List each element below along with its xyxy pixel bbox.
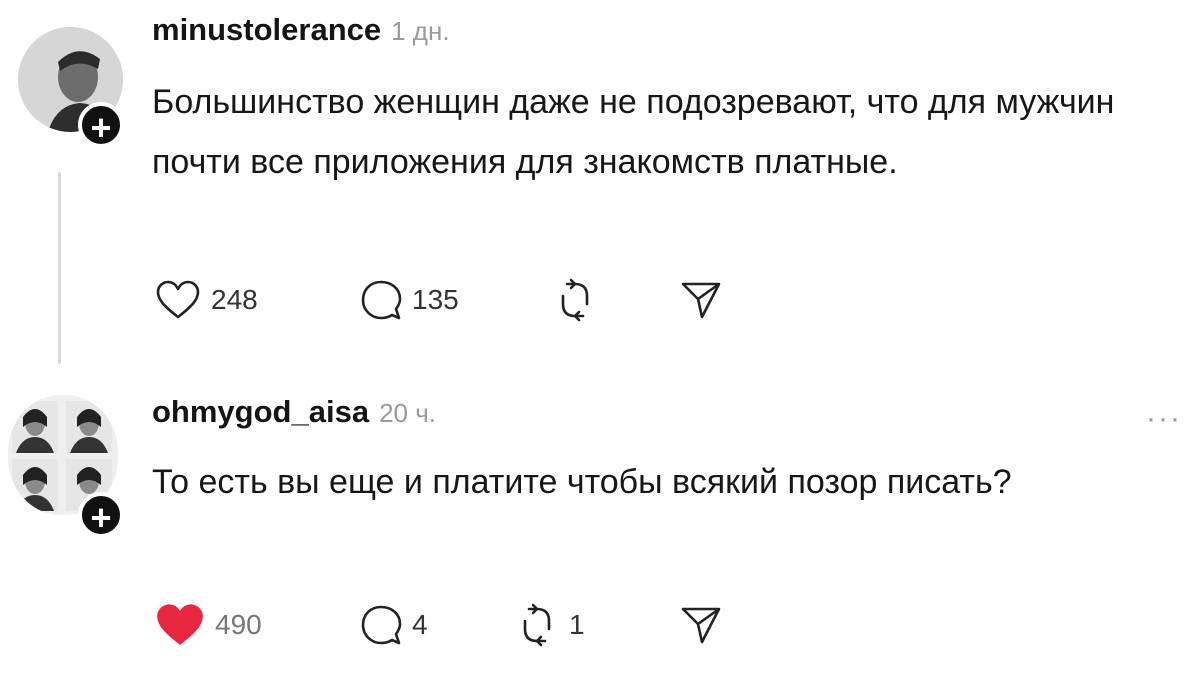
like-button[interactable]: 490	[155, 600, 262, 650]
repost-icon	[561, 278, 589, 322]
post-text: То есть вы еще и платите чтобы всякий по…	[152, 463, 1012, 501]
follow-button[interactable]: +	[78, 492, 124, 538]
send-icon	[681, 607, 721, 644]
comment-bubble-icon	[361, 605, 402, 645]
comment-bubble-icon	[361, 280, 402, 320]
plus-icon: +	[90, 497, 112, 538]
timestamp: 20 ч.	[379, 398, 436, 428]
share-button[interactable]	[680, 275, 722, 325]
repost-button[interactable]: 1	[515, 600, 585, 650]
post-header: ohmygod_aisa 20 ч.	[152, 394, 436, 430]
repost-count: 1	[569, 609, 585, 640]
post-text: Большинство женщин даже не подозревают, …	[152, 83, 1115, 181]
repost-icon	[523, 603, 551, 647]
heart-icon	[156, 280, 200, 319]
timestamp: 1 дн.	[391, 16, 450, 46]
share-button[interactable]	[680, 600, 722, 650]
username[interactable]: ohmygod_aisa	[152, 394, 369, 429]
post: + ohmygod_aisa 20 ч. ··· То есть вы еще и…	[0, 390, 1200, 675]
post-header: minustolerance 1 дн.	[152, 12, 450, 48]
plus-icon: +	[90, 107, 112, 148]
comment-count: 4	[412, 609, 428, 640]
heart-filled-icon	[157, 604, 203, 645]
comment-button[interactable]: 4	[360, 600, 428, 650]
more-options-icon[interactable]: ···	[1146, 402, 1182, 436]
like-count: 490	[215, 609, 262, 640]
follow-button[interactable]: +	[78, 102, 124, 148]
comment-count: 135	[412, 284, 459, 315]
post: + minustolerance 1 дн. Большинство женщин…	[0, 0, 1200, 390]
send-icon	[681, 282, 721, 319]
thread-line	[58, 172, 61, 364]
repost-button[interactable]	[553, 275, 597, 325]
username[interactable]: minustolerance	[152, 12, 381, 47]
like-count: 248	[211, 284, 258, 315]
comment-button[interactable]: 135	[360, 275, 459, 325]
like-button[interactable]: 248	[155, 275, 258, 325]
